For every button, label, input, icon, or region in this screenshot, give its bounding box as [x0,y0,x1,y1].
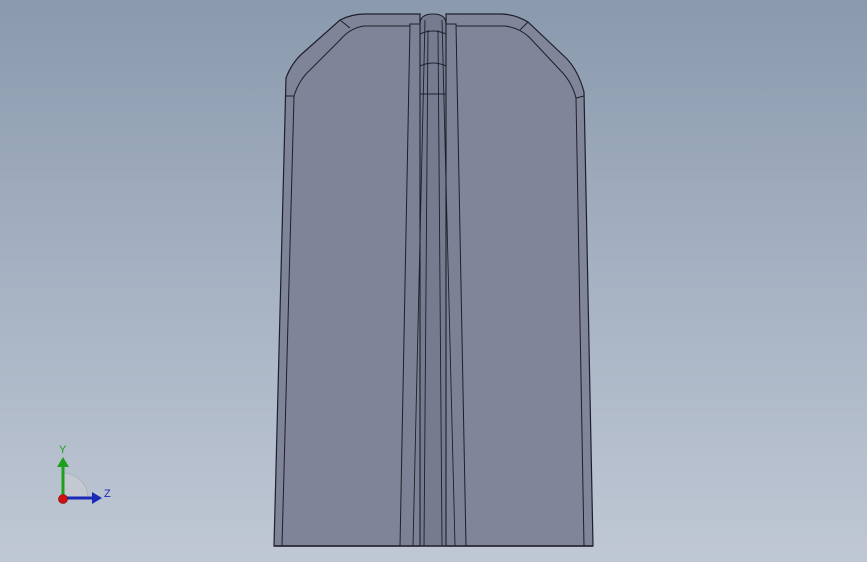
z-axis-arrowhead [92,492,102,504]
x-axis-origin-dot [58,494,68,504]
y-axis-label: Y [59,444,67,456]
right-leaf-face [445,13,594,547]
graphics-viewport[interactable]: Y Z [0,0,867,562]
view-orientation-triad: Y Z [57,444,111,504]
triad-xz-plane-quadrant [62,472,89,499]
left-leaf-face [273,13,421,547]
hinge-model[interactable] [0,0,867,562]
y-axis-arrowhead [57,457,69,467]
z-axis-label: Z [104,488,111,500]
